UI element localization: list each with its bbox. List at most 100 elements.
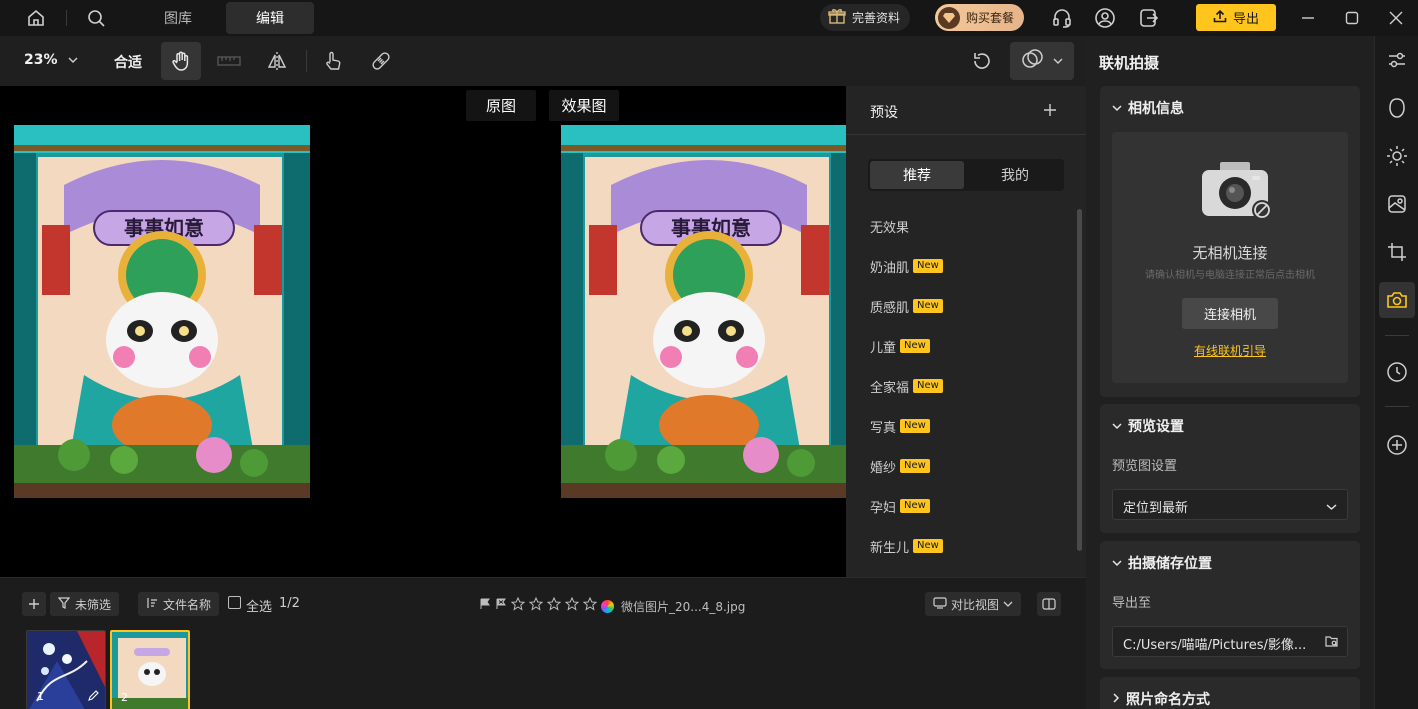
complete-profile-label: 完善资料 <box>852 11 901 25</box>
preset-label: 婚纱 <box>870 460 897 476</box>
preset-item[interactable]: 全家福 New <box>870 376 943 396</box>
headset-icon[interactable] <box>1050 6 1074 30</box>
divider <box>846 134 1086 135</box>
bandage-icon[interactable] <box>361 42 401 80</box>
reject-flag-icon[interactable] <box>495 598 507 614</box>
preset-label: 无效果 <box>870 220 910 236</box>
star-icon[interactable] <box>546 596 562 615</box>
thumbnail[interactable]: 1 <box>26 630 106 709</box>
star-icon[interactable] <box>582 596 598 615</box>
tab-recommended[interactable]: 推荐 <box>870 161 964 189</box>
chevron-down-icon <box>1112 555 1122 571</box>
scrollbar[interactable] <box>1077 209 1082 551</box>
preset-item[interactable]: 孕妇 New <box>870 496 930 516</box>
preview-setting-value: 定位到最新 <box>1123 501 1189 516</box>
export-label: 导出 <box>1232 12 1259 27</box>
fit-button[interactable]: 合适 <box>114 52 142 72</box>
storage-location-header[interactable]: 拍摄储存位置 <box>1112 553 1212 573</box>
folder-search-icon[interactable] <box>1325 635 1339 652</box>
user-icon[interactable] <box>1093 6 1117 30</box>
new-badge: New <box>913 539 943 553</box>
add-icon[interactable] <box>22 592 46 616</box>
compare-view-icon <box>933 596 947 612</box>
light-icon[interactable] <box>1379 138 1415 174</box>
camera-info-header[interactable]: 相机信息 <box>1112 98 1184 118</box>
adjust-sliders-icon[interactable] <box>1379 42 1415 78</box>
touch-icon[interactable] <box>313 42 353 80</box>
camera-disconnected-icon <box>1194 158 1276 228</box>
effect-label: 效果图 <box>549 90 619 121</box>
star-icon[interactable] <box>528 596 544 615</box>
split-view-icon[interactable] <box>1037 592 1061 616</box>
preview-settings-title: 预览设置 <box>1128 419 1184 435</box>
preset-item[interactable]: 质感肌 New <box>870 296 943 316</box>
export-button[interactable]: 导出 <box>1196 4 1276 31</box>
search-icon[interactable] <box>84 6 108 30</box>
naming-header[interactable]: 照片命名方式 <box>1112 689 1210 709</box>
color-label-icon[interactable] <box>601 599 614 613</box>
add-preset-icon[interactable] <box>1040 100 1060 120</box>
home-icon[interactable] <box>24 6 48 30</box>
preset-item[interactable]: 奶油肌 New <box>870 256 943 276</box>
buy-plan-label: 购买套餐 <box>966 11 1015 25</box>
thumbnail-selected[interactable]: 2 <box>110 630 190 709</box>
complete-profile-button[interactable]: 完善资料 <box>820 4 911 31</box>
history-icon[interactable] <box>1379 354 1415 390</box>
preview-settings-card: 预览设置 预览图设置 定位到最新 <box>1100 404 1360 533</box>
preset-item[interactable]: 新生儿 New <box>870 536 943 556</box>
flag-icon[interactable] <box>479 598 491 614</box>
filename-label: 微信图片_20...4_8.jpg <box>621 599 746 614</box>
zoom-select[interactable]: 23% <box>24 52 78 68</box>
preview-setting-select[interactable]: 定位到最新 <box>1112 489 1348 520</box>
crop-icon[interactable] <box>1379 234 1415 270</box>
wired-guide-link[interactable]: 有线联机引导 <box>1112 342 1348 359</box>
view-mode-select[interactable]: 对比视图 <box>925 592 1022 616</box>
camera-icon[interactable] <box>1379 282 1415 318</box>
image-adjust-icon[interactable] <box>1379 186 1415 222</box>
sort-button[interactable]: 文件名称 <box>138 592 220 616</box>
chevron-down-icon <box>1003 597 1013 611</box>
preset-label: 质感肌 <box>870 300 910 316</box>
new-badge: New <box>913 299 943 313</box>
zoom-value: 23% <box>24 52 58 68</box>
camera-hint-text: 请确认相机与电脑连接正常后点击相机 <box>1145 270 1315 281</box>
maximize-icon[interactable] <box>1340 6 1364 30</box>
hand-tool-icon[interactable] <box>161 42 201 80</box>
connect-camera-button[interactable]: 连接相机 <box>1182 298 1278 329</box>
preset-item[interactable]: 写真 New <box>870 416 930 436</box>
logout-icon[interactable] <box>1137 6 1161 30</box>
add-circle-icon[interactable] <box>1379 427 1415 463</box>
reset-icon[interactable] <box>962 42 1002 80</box>
star-icon[interactable] <box>564 596 580 615</box>
sort-label: 文件名称 <box>163 597 212 612</box>
buy-plan-button[interactable]: 购买套餐 <box>935 4 1025 31</box>
minimize-icon[interactable] <box>1296 6 1320 30</box>
divider <box>66 10 67 26</box>
select-all-label: 全选 <box>246 600 273 615</box>
filter-label: 未筛选 <box>75 597 112 612</box>
preview-settings-header[interactable]: 预览设置 <box>1112 416 1184 436</box>
tab-mine[interactable]: 我的 <box>968 161 1062 189</box>
storage-path-field[interactable]: C:/Users/喵喵/Pictures/影像... <box>1112 626 1348 657</box>
chevron-down-icon <box>1112 418 1122 434</box>
tab-library[interactable]: 图库 <box>150 2 206 34</box>
preset-tabs: 推荐 我的 <box>868 159 1064 191</box>
flip-icon[interactable] <box>257 42 297 80</box>
star-icon[interactable] <box>510 596 526 615</box>
sort-icon <box>146 597 158 612</box>
filter-button[interactable]: 未筛选 <box>50 592 120 616</box>
export-to-label: 导出至 <box>1112 596 1152 611</box>
preset-item[interactable]: 无效果 <box>870 216 909 236</box>
face-icon[interactable] <box>1379 90 1415 126</box>
select-all-checkbox[interactable] <box>228 596 241 609</box>
preset-item[interactable]: 婚纱 New <box>870 456 930 476</box>
close-icon[interactable] <box>1384 6 1408 30</box>
tab-edit[interactable]: 编辑 <box>226 2 314 34</box>
storage-location-card: 拍摄储存位置 导出至 C:/Users/喵喵/Pictures/影像... <box>1100 541 1360 669</box>
compare-overlay-button[interactable] <box>1010 42 1074 80</box>
ruler-icon[interactable] <box>209 42 249 80</box>
preset-item[interactable]: 儿童 New <box>870 336 930 356</box>
camera-info-title: 相机信息 <box>1128 101 1184 117</box>
tool-rail <box>1374 36 1418 709</box>
image-canvas[interactable]: 原图 效果图 事事如意 事事如意 <box>0 86 846 577</box>
